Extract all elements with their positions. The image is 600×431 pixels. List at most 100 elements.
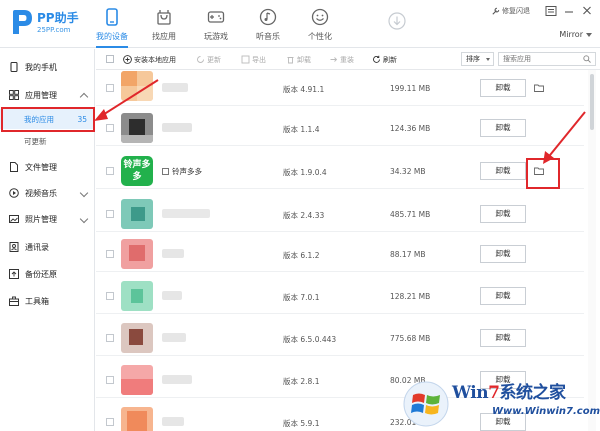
repair-crash-button[interactable]: 修复闪退 bbox=[491, 6, 530, 16]
row-checkbox[interactable] bbox=[106, 292, 114, 300]
nav-my-device[interactable]: 我的设备 bbox=[86, 0, 138, 48]
row-checkbox[interactable] bbox=[106, 124, 114, 132]
nav-label: 找应用 bbox=[152, 32, 176, 41]
sidebar-item-my-phone[interactable]: 我的手机 bbox=[0, 55, 95, 79]
app-name-blurred bbox=[162, 291, 182, 300]
uninstall-app-button[interactable]: 卸载 bbox=[480, 205, 526, 223]
row-checkbox[interactable] bbox=[106, 418, 114, 426]
main-nav: 我的设备 找应用 玩游戏 听音乐 个性化 bbox=[86, 0, 346, 48]
uninstall-app-button[interactable]: 卸载 bbox=[480, 119, 526, 137]
app-title: PP助手 bbox=[37, 11, 79, 25]
row-checkbox[interactable] bbox=[106, 334, 114, 342]
refresh-icon bbox=[373, 55, 380, 63]
install-local-label: 安装本地应用 bbox=[134, 55, 176, 64]
update-button[interactable]: 更新 bbox=[196, 53, 221, 66]
sort-dropdown[interactable]: 排序 bbox=[461, 52, 494, 66]
app-name-blurred bbox=[162, 417, 184, 426]
sidebar-item-photo-manage[interactable]: 照片管理 bbox=[0, 207, 95, 231]
row-checkbox[interactable] bbox=[106, 167, 114, 175]
scrollbar-thumb[interactable] bbox=[590, 74, 594, 130]
minimize-icon[interactable] bbox=[562, 5, 576, 17]
uninstall-app-button[interactable]: 卸载 bbox=[480, 245, 526, 263]
table-row[interactable]: 版本 6.5.0.443 775.68 MB 卸载 bbox=[96, 320, 584, 356]
app-version: 版本 5.9.1 bbox=[283, 419, 320, 428]
uninstall-app-button[interactable]: 卸载 bbox=[480, 287, 526, 305]
mirror-dropdown[interactable]: Mirror bbox=[559, 30, 592, 39]
row-checkbox[interactable] bbox=[106, 376, 114, 384]
sidebar-item-label: 应用管理 bbox=[25, 90, 57, 100]
close-icon[interactable] bbox=[580, 5, 594, 17]
sidebar-item-backup[interactable]: 备份还原 bbox=[0, 262, 95, 286]
watermark-title-seven: 7 bbox=[488, 383, 500, 403]
table-row[interactable]: 版本 1.1.4 124.36 MB 卸载 bbox=[96, 110, 584, 146]
menu-icon[interactable] bbox=[544, 5, 558, 17]
nav-find-apps[interactable]: 找应用 bbox=[138, 0, 190, 48]
table-row[interactable]: 铃声多多 铃声多多 版本 1.9.0.4 34.32 MB 卸载 bbox=[96, 153, 584, 189]
device-icon bbox=[162, 168, 169, 175]
shopping-bag-icon bbox=[157, 10, 171, 25]
sidebar-item-video-music[interactable]: 视频音乐 bbox=[0, 181, 95, 205]
export-label: 导出 bbox=[252, 55, 266, 64]
watermark-title-rest: 系统之家 bbox=[499, 383, 566, 403]
sidebar-item-label: 通讯录 bbox=[25, 242, 49, 252]
app-version: 版本 7.0.1 bbox=[283, 293, 320, 302]
export-button[interactable]: 导出 bbox=[241, 53, 266, 66]
smiley-icon bbox=[311, 8, 329, 26]
sidebar-item-app-manage[interactable]: 应用管理 bbox=[0, 83, 95, 107]
app-version: 版本 6.5.0.443 bbox=[283, 335, 337, 344]
row-checkbox[interactable] bbox=[106, 250, 114, 258]
sidebar-item-label: 备份还原 bbox=[25, 269, 57, 279]
update-icon bbox=[197, 56, 204, 63]
search-icon[interactable] bbox=[583, 55, 591, 63]
app-size: 775.68 MB bbox=[390, 334, 431, 343]
sidebar-item-label: 我的手机 bbox=[25, 62, 57, 72]
row-checkbox[interactable] bbox=[106, 84, 114, 92]
uninstall-app-button[interactable]: 卸载 bbox=[480, 79, 526, 97]
app-icon-ringtone: 铃声多多 bbox=[121, 156, 153, 186]
app-size: 128.21 MB bbox=[390, 292, 431, 301]
select-all-checkbox[interactable] bbox=[106, 55, 114, 63]
nav-games[interactable]: 玩游戏 bbox=[190, 0, 242, 48]
sidebar-item-updatable[interactable]: 可更新 bbox=[0, 131, 95, 151]
watermark-url: Www.Winwin7.com bbox=[492, 406, 600, 417]
highlight-box-my-apps bbox=[1, 107, 95, 132]
app-icon-blurred bbox=[121, 281, 153, 311]
install-local-app-button[interactable]: 安装本地应用 bbox=[123, 53, 176, 66]
chevron-up-icon bbox=[79, 92, 89, 102]
uninstall-app-button[interactable]: 卸载 bbox=[480, 162, 526, 180]
chevron-down-icon bbox=[586, 32, 592, 37]
phone-icon bbox=[10, 62, 18, 72]
repair-crash-label: 修复闪退 bbox=[502, 7, 530, 15]
search-input[interactable] bbox=[503, 55, 583, 63]
download-icon[interactable] bbox=[388, 12, 406, 30]
app-toolbar: 安装本地应用 更新 导出 卸载 重装 刷新 排序 bbox=[96, 49, 600, 70]
uninstall-button[interactable]: 卸载 bbox=[286, 53, 311, 66]
table-row[interactable]: 版本 7.0.1 128.21 MB 卸载 bbox=[96, 278, 584, 314]
sidebar-item-toolbox[interactable]: 工具箱 bbox=[0, 289, 95, 313]
refresh-button[interactable]: 刷新 bbox=[372, 53, 397, 66]
app-icon-blurred bbox=[121, 71, 153, 101]
table-row[interactable]: 版本 2.4.33 485.71 MB 卸载 bbox=[96, 196, 584, 232]
nav-personalize[interactable]: 个性化 bbox=[294, 0, 346, 48]
site-watermark: Win7系统之家 Www.Winwin7.com bbox=[400, 372, 600, 431]
uninstall-app-button[interactable]: 卸载 bbox=[480, 329, 526, 347]
sidebar-item-contacts[interactable]: 通讯录 bbox=[0, 235, 95, 259]
sidebar-item-file-manage[interactable]: 文件管理 bbox=[0, 155, 95, 179]
music-disc-icon bbox=[259, 8, 277, 26]
contacts-icon bbox=[9, 242, 19, 252]
app-name-label: 铃声多多 bbox=[172, 167, 202, 176]
folder-icon[interactable] bbox=[534, 84, 544, 92]
pp-logo-icon bbox=[13, 10, 32, 34]
app-size: 199.11 MB bbox=[390, 84, 431, 93]
table-row[interactable]: 版本 4.91.1 199.11 MB 卸载 bbox=[96, 70, 584, 106]
app-icon-blurred bbox=[121, 323, 153, 353]
app-version: 版本 1.1.4 bbox=[283, 125, 320, 134]
reinstall-button[interactable]: 重装 bbox=[329, 53, 354, 66]
search-box bbox=[498, 52, 596, 66]
gamepad-icon bbox=[207, 11, 225, 23]
update-label: 更新 bbox=[207, 55, 221, 64]
nav-music[interactable]: 听音乐 bbox=[242, 0, 294, 48]
watermark-title: Win7系统之家 bbox=[452, 378, 566, 403]
row-checkbox[interactable] bbox=[106, 210, 114, 218]
table-row[interactable]: 版本 6.1.2 88.17 MB 卸载 bbox=[96, 236, 584, 272]
